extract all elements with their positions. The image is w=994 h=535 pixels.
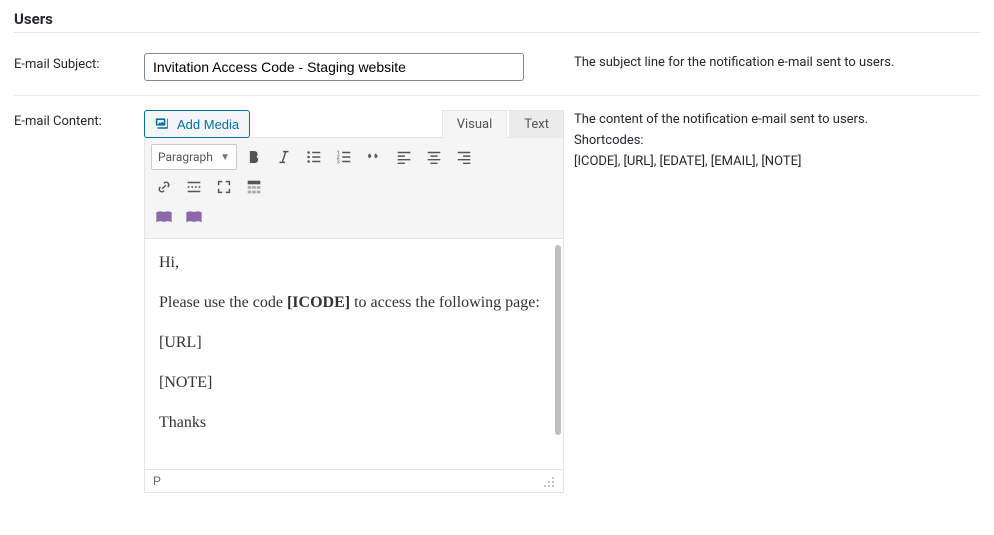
link-button[interactable] [151, 174, 177, 200]
link-icon [155, 178, 173, 196]
ul-icon [305, 148, 323, 166]
align-center-icon [425, 148, 443, 166]
format-select-label: Paragraph [158, 150, 213, 164]
email-subject-input[interactable] [144, 53, 524, 81]
italic-icon [275, 148, 293, 166]
media-icon [155, 116, 171, 132]
scrollbar[interactable] [555, 245, 561, 435]
book-icon [185, 208, 203, 226]
read-more-icon [185, 178, 203, 196]
tab-visual[interactable]: Visual [442, 110, 508, 138]
resize-grip[interactable] [541, 474, 555, 488]
tab-text[interactable]: Text [509, 110, 564, 138]
resize-icon [541, 474, 555, 488]
chevron-down-icon: ▼ [220, 152, 230, 163]
editor-status-path: P [153, 474, 161, 488]
align-left-button[interactable] [391, 144, 417, 170]
bold-button[interactable] [241, 144, 267, 170]
align-right-icon [455, 148, 473, 166]
subject-label: E-mail Subject: [14, 39, 144, 96]
toolbar-toggle-button[interactable] [241, 174, 267, 200]
content-description-3: [ICODE], [URL], [EDATE], [EMAIL], [NOTE] [574, 152, 970, 173]
content-description-2: Shortcodes: [574, 131, 970, 152]
editor-content-area[interactable]: Hi,Please use the code [ICODE] to access… [144, 239, 564, 470]
subject-description: The subject line for the notification e-… [574, 39, 980, 96]
book-icon [155, 208, 173, 226]
format-select[interactable]: Paragraph ▼ [151, 144, 237, 170]
shortcode-book-button-2[interactable] [181, 204, 207, 230]
shortcode-book-button-1[interactable] [151, 204, 177, 230]
add-media-button[interactable]: Add Media [144, 110, 250, 138]
content-label: E-mail Content: [14, 96, 144, 508]
italic-button[interactable] [271, 144, 297, 170]
fullscreen-icon [215, 178, 233, 196]
align-left-icon [395, 148, 413, 166]
editor-toolbar: Paragraph ▼ [144, 137, 564, 239]
align-right-button[interactable] [451, 144, 477, 170]
read-more-button[interactable] [181, 174, 207, 200]
fullscreen-button[interactable] [211, 174, 237, 200]
add-media-label: Add Media [177, 117, 239, 132]
kitchen-sink-icon [245, 178, 263, 196]
quote-icon [365, 148, 383, 166]
svg-text:3: 3 [337, 159, 340, 165]
align-center-button[interactable] [421, 144, 447, 170]
bold-icon [245, 148, 263, 166]
blockquote-button[interactable] [361, 144, 387, 170]
ol-icon: 123 [335, 148, 353, 166]
content-description-1: The content of the notification e-mail s… [574, 110, 970, 131]
ul-button[interactable] [301, 144, 327, 170]
section-title: Users [14, 6, 980, 33]
ol-button[interactable]: 123 [331, 144, 357, 170]
